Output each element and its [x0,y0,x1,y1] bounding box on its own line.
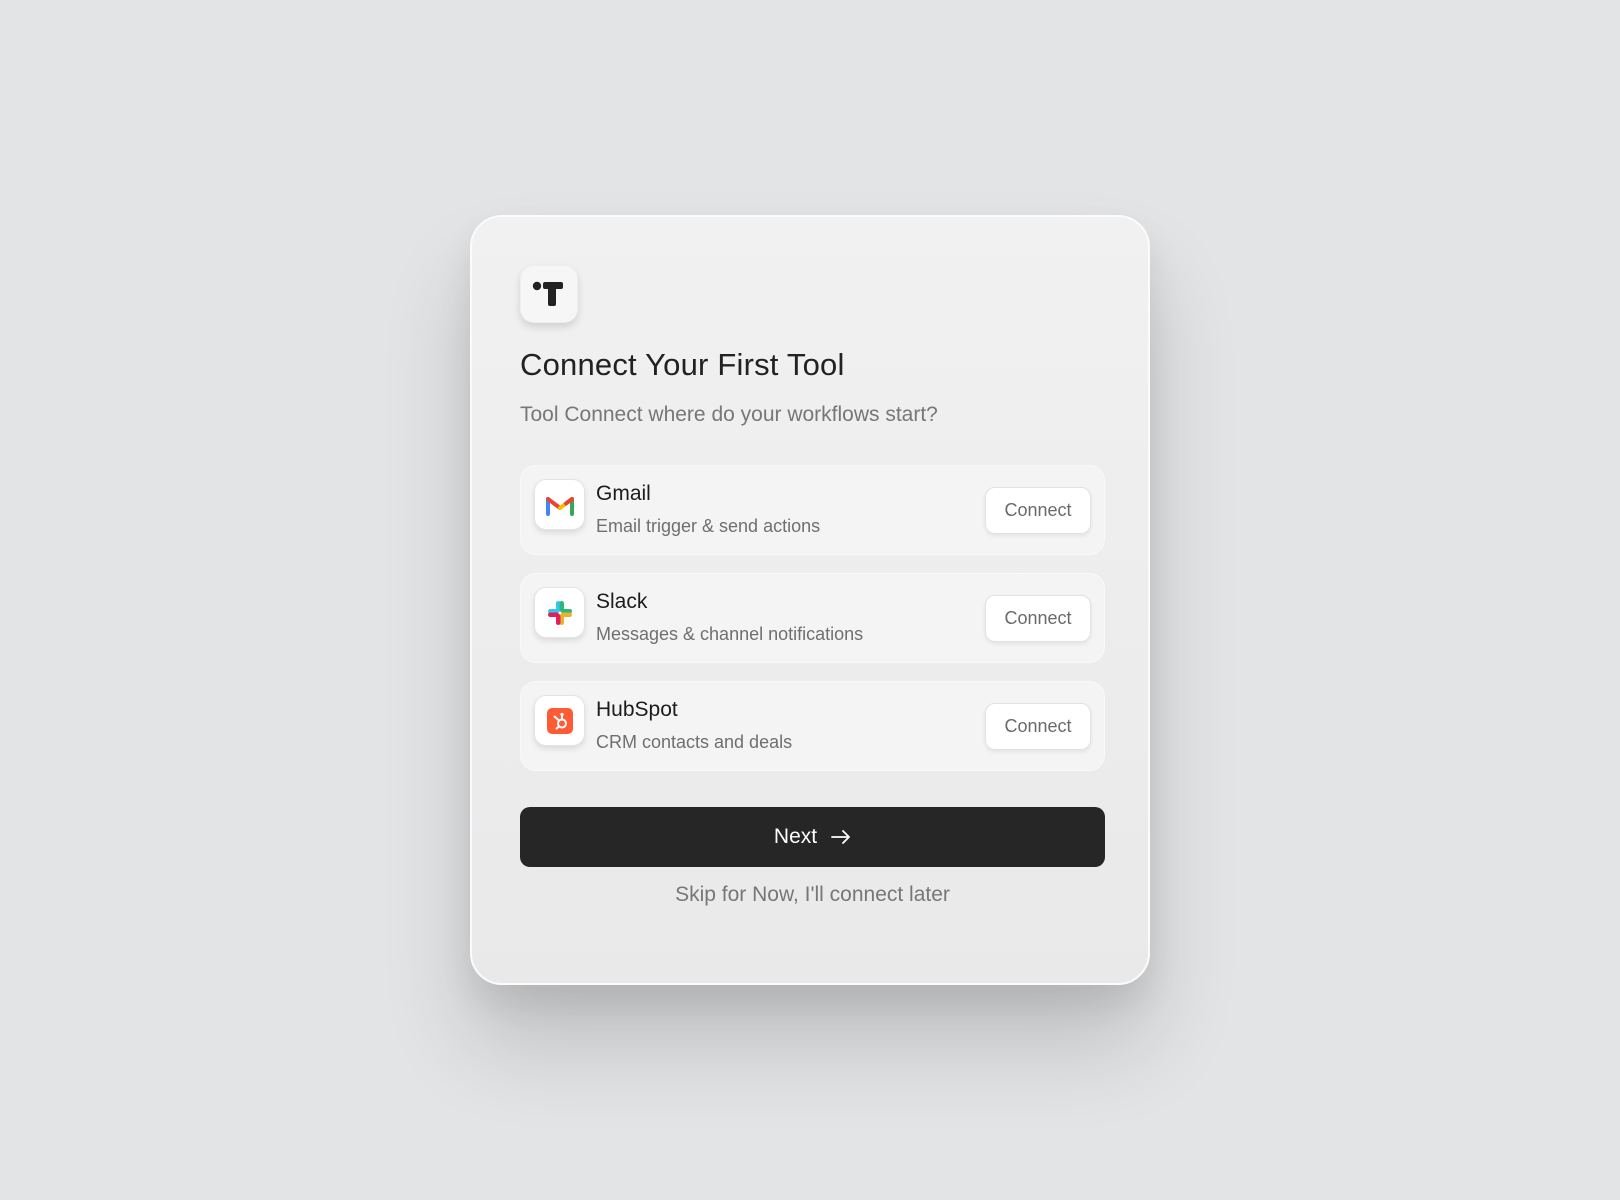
tool-description: Email trigger & send actions [596,516,821,536]
next-button[interactable]: Next [520,807,1105,867]
page-background: Connect Your First Tool Tool Connect whe… [0,0,1620,1200]
arrow-right-icon [831,830,850,844]
tool-name: Gmail [596,482,651,505]
slack-icon [547,600,572,625]
page-subtitle: Tool Connect where do your workflows sta… [520,403,938,426]
brand-logo [520,265,578,323]
tool-description: Messages & channel notifications [596,624,864,644]
tool-item-gmail: Gmail Email trigger & send actions Conne… [520,465,1105,555]
tool-description: CRM contacts and deals [596,732,793,752]
page-title: Connect Your First Tool [520,347,845,382]
tool-item-slack: Slack Messages & channel notifications C… [520,573,1105,663]
tool-icon-wrapper [534,479,585,530]
onboarding-card: Connect Your First Tool Tool Connect whe… [470,215,1150,985]
tool-name: HubSpot [596,698,678,721]
tool-name: Slack [596,590,648,613]
tool-item-hubspot: HubSpot CRM contacts and deals Connect [520,681,1105,771]
next-button-label: Next [773,825,818,848]
tool-icon-wrapper [534,587,585,638]
hubspot-icon [546,707,573,734]
connect-slack-button[interactable]: Connect [985,595,1091,642]
tool-icon-wrapper [534,695,585,746]
tool-list: Gmail Email trigger & send actions Conne… [520,465,1105,789]
brand-logo-icon [532,281,563,306]
connect-gmail-button[interactable]: Connect [985,487,1091,534]
skip-link[interactable]: Skip for Now, I'll connect later [520,883,1105,907]
gmail-icon [545,496,574,516]
connect-hubspot-button[interactable]: Connect [985,703,1091,750]
